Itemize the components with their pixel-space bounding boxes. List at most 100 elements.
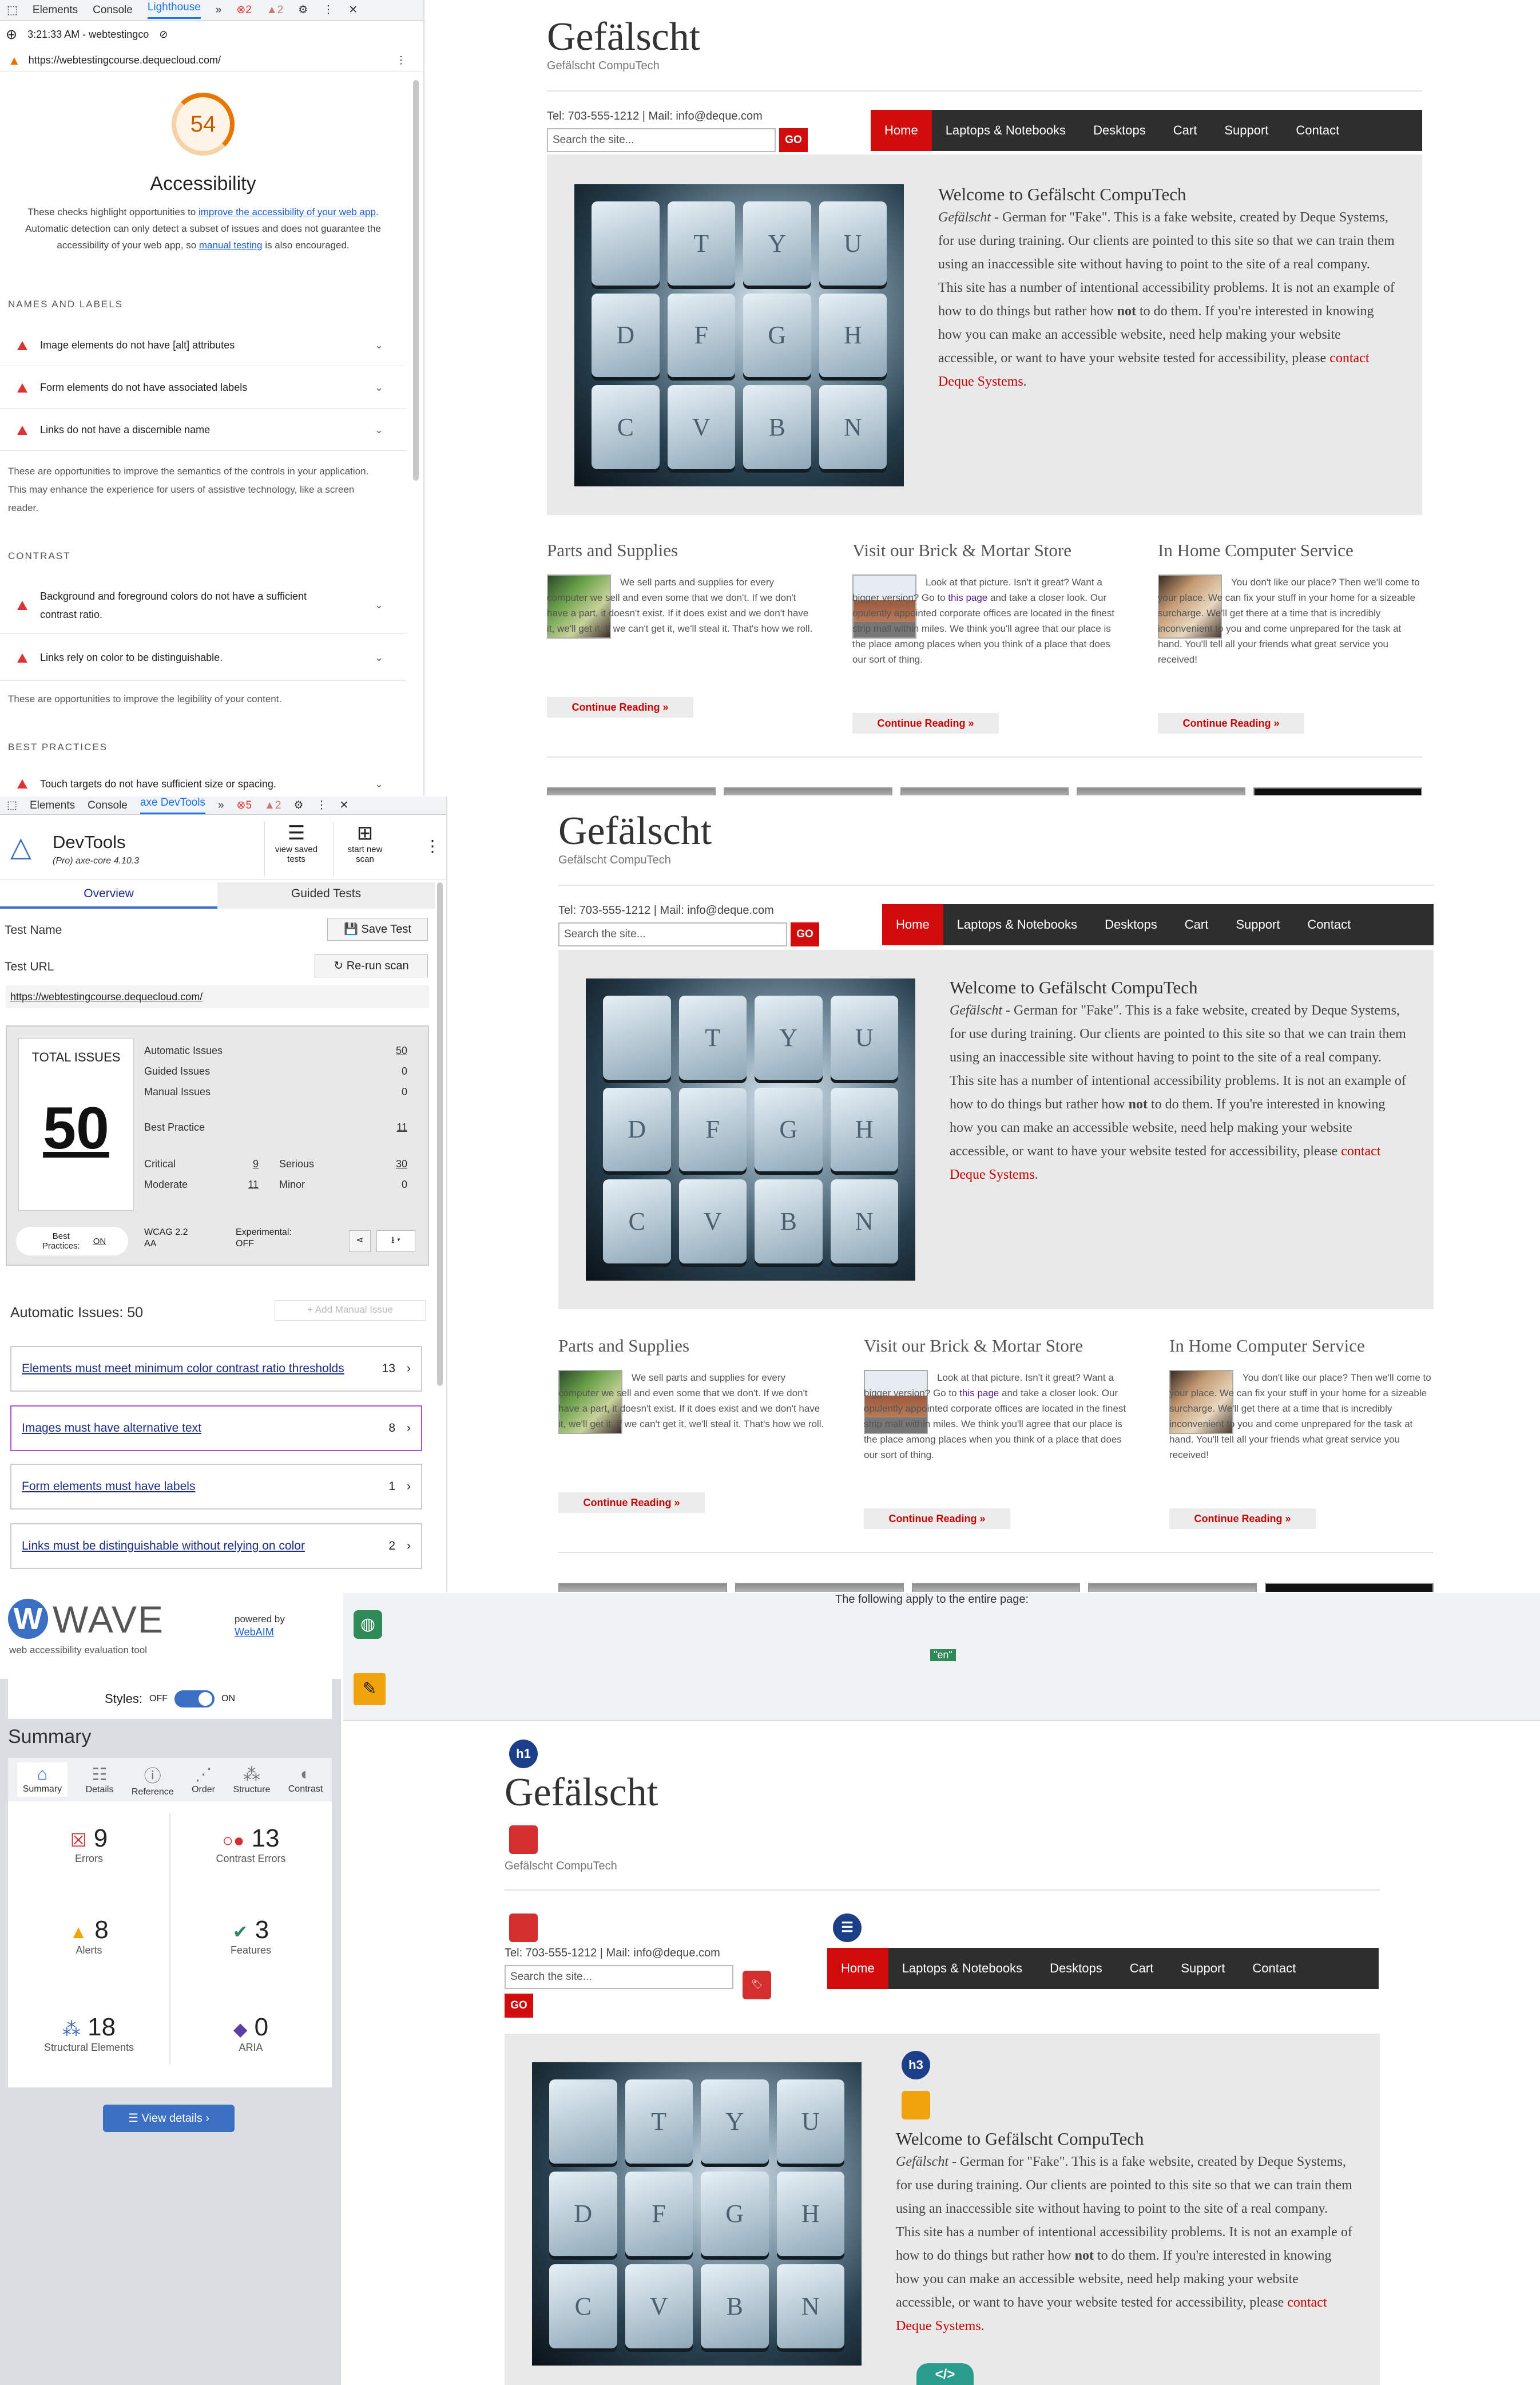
audit-item[interactable]: Links rely on color to be distinguishabl… [0, 635, 406, 681]
save-test-button[interactable]: 💾 Save Test [327, 918, 428, 941]
wcag-select[interactable]: WCAG 2.2 AA [144, 1227, 201, 1250]
issue-row[interactable]: Form elements must have labels 1 › [10, 1464, 422, 1510]
tab-contrast[interactable]: ◐ Contrast [288, 1765, 323, 1794]
chevron-down-icon[interactable]: ⌄ [375, 382, 383, 394]
manual-testing-link[interactable]: manual testing [199, 240, 263, 251]
menu-icon[interactable]: ⋮ [323, 3, 334, 17]
settings-icon[interactable]: ⚙ [298, 3, 308, 17]
h3-icon[interactable]: h3 [902, 2051, 930, 2079]
nav-support[interactable]: Support [1222, 904, 1293, 945]
continue-reading-button[interactable]: Continue Reading » [547, 697, 693, 718]
tab-reference[interactable]: ⓘ Reference [132, 1762, 174, 1797]
code-toggle-button[interactable]: </> [916, 2363, 974, 2385]
go-button[interactable]: GO [779, 128, 808, 152]
more-tabs-icon[interactable]: » [216, 4, 222, 17]
inspect-icon[interactable]: ⬚ [7, 799, 17, 812]
contrast-error-icon[interactable] [509, 1825, 538, 1854]
issue-row[interactable]: Images must have alternative text 8 › [10, 1405, 422, 1451]
site-title[interactable]: Gefälscht [505, 1773, 658, 1813]
h1-icon[interactable]: h1 [509, 1740, 538, 1768]
contrast-errors-stat[interactable]: ○● 13 Contrast Errors [170, 1824, 332, 1865]
missing-label-icon[interactable]: 🏷 [743, 1971, 771, 1999]
tab-structure[interactable]: ⁂ Structure [233, 1765, 270, 1795]
tab-details[interactable]: ☷ Details [86, 1765, 114, 1795]
go-button[interactable]: GO [505, 1994, 533, 2018]
add-manual-issue-button[interactable]: + Add Manual Issue [275, 1300, 426, 1321]
continue-reading-button[interactable]: Continue Reading » [852, 713, 999, 734]
settings-icon[interactable]: ⚙ [293, 799, 303, 812]
aria-stat[interactable]: ◆ 0 ARIA [170, 2013, 332, 2054]
export-icon[interactable]: ⭳ ▾ [376, 1230, 415, 1252]
scrollbar[interactable] [413, 80, 419, 481]
nav-laptops[interactable]: Laptops & Notebooks [943, 904, 1091, 945]
search-input[interactable]: Search the site... [558, 922, 787, 946]
audit-item[interactable]: Links do not have a discernible name ⌄ [0, 410, 406, 451]
close-icon[interactable]: ✕ [348, 3, 358, 17]
menu-icon[interactable]: ⋮ [316, 799, 327, 812]
audit-item[interactable]: Touch targets do not have sufficient siz… [0, 772, 406, 795]
view-saved-tests-button[interactable]: ☰ view saved tests [264, 822, 328, 876]
list-icon[interactable]: ☰ [833, 1913, 862, 1942]
features-stat[interactable]: ✔ 3 Features [170, 1916, 332, 1956]
nav-contact[interactable]: Contact [1282, 110, 1353, 151]
new-report-icon[interactable]: ⊕ [6, 26, 17, 43]
axe-menu-icon[interactable]: ⋮ [424, 837, 440, 855]
structural-stat[interactable]: ⁂ 18 Structural Elements [8, 2013, 170, 2054]
more-tabs-icon[interactable]: » [218, 799, 224, 812]
tab-overview[interactable]: Overview [0, 882, 217, 909]
nav-contact[interactable]: Contact [1293, 904, 1364, 945]
heading-alert-icon[interactable] [902, 2091, 930, 2119]
nav-desktops[interactable]: Desktops [1036, 1948, 1116, 1989]
tab-lighthouse[interactable]: Lighthouse [147, 1, 201, 19]
inspect-icon[interactable]: ⬚ [7, 3, 18, 17]
url-menu-icon[interactable]: ⋮ [396, 54, 406, 66]
share-icon[interactable]: ⋖ [349, 1230, 371, 1252]
continue-reading-button[interactable]: Continue Reading » [864, 1508, 1010, 1529]
chevron-down-icon[interactable]: ⌄ [375, 424, 383, 436]
continue-reading-button[interactable]: Continue Reading » [1158, 713, 1304, 734]
contrast-error-icon[interactable] [509, 1913, 538, 1942]
continue-reading-button[interactable]: Continue Reading » [1169, 1508, 1316, 1529]
errors-stat[interactable]: ☒ 9 Errors [8, 1824, 170, 1865]
search-input[interactable]: Search the site... [505, 1965, 733, 1989]
close-icon[interactable]: ✕ [339, 799, 348, 812]
chevron-down-icon[interactable]: ⌄ [375, 339, 383, 351]
alert-doc-icon[interactable]: ✎ [354, 1673, 386, 1705]
experimental-toggle[interactable]: Experimental: OFF [236, 1227, 327, 1250]
tab-elements[interactable]: Elements [30, 799, 75, 812]
issue-row[interactable]: Links must be distinguishable without re… [10, 1523, 422, 1569]
search-input[interactable]: Search the site... [547, 128, 776, 152]
audit-item[interactable]: Background and foreground colors do not … [0, 577, 406, 634]
nav-laptops[interactable]: Laptops & Notebooks [932, 110, 1079, 151]
styles-toggle[interactable] [174, 1690, 215, 1707]
audit-item[interactable]: Image elements do not have [alt] attribu… [0, 325, 406, 366]
nav-desktops[interactable]: Desktops [1079, 110, 1160, 151]
nav-support[interactable]: Support [1210, 110, 1282, 151]
go-button[interactable]: GO [791, 922, 819, 946]
tab-elements[interactable]: Elements [33, 4, 78, 17]
improve-link[interactable]: improve the accessibility of your web ap… [199, 207, 376, 217]
tab-guided-tests[interactable]: Guided Tests [217, 882, 435, 909]
nav-contact[interactable]: Contact [1239, 1948, 1309, 1989]
language-icon[interactable]: ◍ [354, 1610, 382, 1639]
nav-cart[interactable]: Cart [1160, 110, 1211, 151]
serious-count[interactable]: 30 [384, 1158, 407, 1170]
issue-row[interactable]: Elements must meet minimum color contras… [10, 1346, 422, 1392]
tab-axe-devtools[interactable]: axe DevTools [140, 797, 205, 814]
critical-count[interactable]: 9 [241, 1158, 259, 1170]
best-practice-count[interactable]: 11 [373, 1122, 407, 1134]
tab-summary[interactable]: ⌂ Summary [17, 1762, 68, 1797]
site-title[interactable]: Gefälscht [547, 17, 700, 57]
nav-home[interactable]: Home [871, 110, 932, 151]
nav-support[interactable]: Support [1167, 1948, 1239, 1989]
chevron-down-icon[interactable]: ⌄ [375, 599, 383, 611]
nav-laptops[interactable]: Laptops & Notebooks [888, 1948, 1036, 1989]
rerun-scan-button[interactable]: ↻ Re-run scan [315, 954, 428, 977]
moderate-count[interactable]: 11 [241, 1179, 259, 1191]
nav-cart[interactable]: Cart [1171, 904, 1223, 945]
best-practices-toggle[interactable]: Best Practices: ON [16, 1227, 128, 1255]
nav-home[interactable]: Home [882, 904, 943, 945]
alerts-stat[interactable]: ▲ 8 Alerts [8, 1916, 170, 1956]
test-url-value[interactable]: https://webtestingcourse.dequecloud.com/ [6, 985, 429, 1008]
report-timestamp[interactable]: 3:21:33 AM - webtestingco [27, 29, 149, 41]
